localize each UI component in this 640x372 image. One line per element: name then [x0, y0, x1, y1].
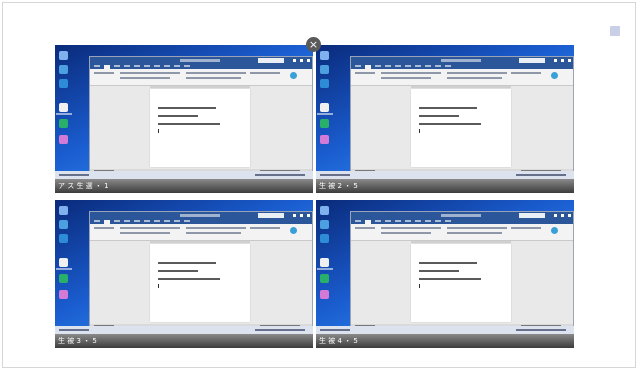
desktop-icon: [320, 206, 329, 215]
word-ribbon: [351, 224, 573, 241]
desktop-icon: [320, 274, 329, 283]
word-window-preview: [89, 211, 313, 329]
desktop-icon: [320, 51, 329, 60]
close-icon[interactable]: ×: [306, 37, 321, 52]
word-ribbon: [90, 224, 312, 241]
desktop-icon-label: [56, 268, 72, 270]
thumbnail-caption: 生 被 2 ・ 5: [316, 179, 574, 193]
word-ruler: [150, 86, 250, 88]
ribbon-icon: [551, 227, 558, 234]
desktop-icon: [59, 206, 68, 215]
desktop-preview: [55, 200, 313, 334]
document-page: [150, 244, 250, 322]
word-ruler: [150, 241, 250, 243]
desktop-icon: [59, 258, 68, 267]
desktop-icon: [320, 65, 329, 74]
thumbnail-caption: ア ス 生 選 ・ 1: [55, 179, 313, 193]
taskbar-preview: [316, 326, 574, 334]
desktop-preview: [316, 45, 574, 179]
window-thumbnail[interactable]: 生 被 2 ・ 5: [316, 45, 574, 193]
document-page: [150, 89, 250, 167]
desktop-icon: [59, 51, 68, 60]
ribbon-icon: [551, 72, 558, 79]
word-ribbon: [351, 69, 573, 86]
desktop-icon-label: [317, 113, 333, 115]
ribbon-icon: [290, 227, 297, 234]
taskbar-preview: [55, 326, 313, 334]
desktop-icon: [320, 135, 329, 144]
thumbnail-caption: 生 被 3 ・ 5: [55, 334, 313, 348]
word-window-preview: [350, 56, 574, 174]
desktop-icon: [320, 79, 329, 88]
desktop-icon: [320, 220, 329, 229]
desktop-icon: [59, 135, 68, 144]
desktop-icon: [59, 103, 68, 112]
taskbar-preview: [316, 171, 574, 179]
word-title-bar: [90, 57, 312, 64]
desktop-icon: [59, 274, 68, 283]
desktop-icon: [59, 119, 68, 128]
desktop-icon-label: [56, 113, 72, 115]
thumbnail-caption: 生 被 4 ・ 5: [316, 334, 574, 348]
document-page: [411, 244, 511, 322]
desktop-icon: [59, 220, 68, 229]
taskbar-preview: [55, 171, 313, 179]
desktop-icon-label: [317, 268, 333, 270]
desktop-icon: [320, 258, 329, 267]
word-window-preview: [350, 211, 574, 329]
panel-corner-button[interactable]: [610, 26, 620, 36]
desktop-icon: [320, 234, 329, 243]
desktop-icon: [320, 103, 329, 112]
desktop-icon: [59, 234, 68, 243]
word-title-bar: [351, 57, 573, 64]
word-title-bar: [351, 212, 573, 219]
word-ribbon: [90, 69, 312, 86]
document-page: [411, 89, 511, 167]
desktop-icon: [320, 119, 329, 128]
word-window-preview: [89, 56, 313, 174]
desktop-preview: [55, 45, 313, 179]
desktop-preview: [316, 200, 574, 334]
word-ruler: [411, 241, 511, 243]
desktop-icon: [320, 290, 329, 299]
window-thumbnail[interactable]: ア ス 生 選 ・ 1: [55, 45, 313, 193]
word-title-bar: [90, 212, 312, 219]
word-ruler: [411, 86, 511, 88]
desktop-icon: [59, 79, 68, 88]
window-thumbnail[interactable]: 生 被 3 ・ 5: [55, 200, 313, 348]
desktop-icon: [59, 290, 68, 299]
ribbon-icon: [290, 72, 297, 79]
window-thumbnail[interactable]: 生 被 4 ・ 5: [316, 200, 574, 348]
desktop-icon: [59, 65, 68, 74]
